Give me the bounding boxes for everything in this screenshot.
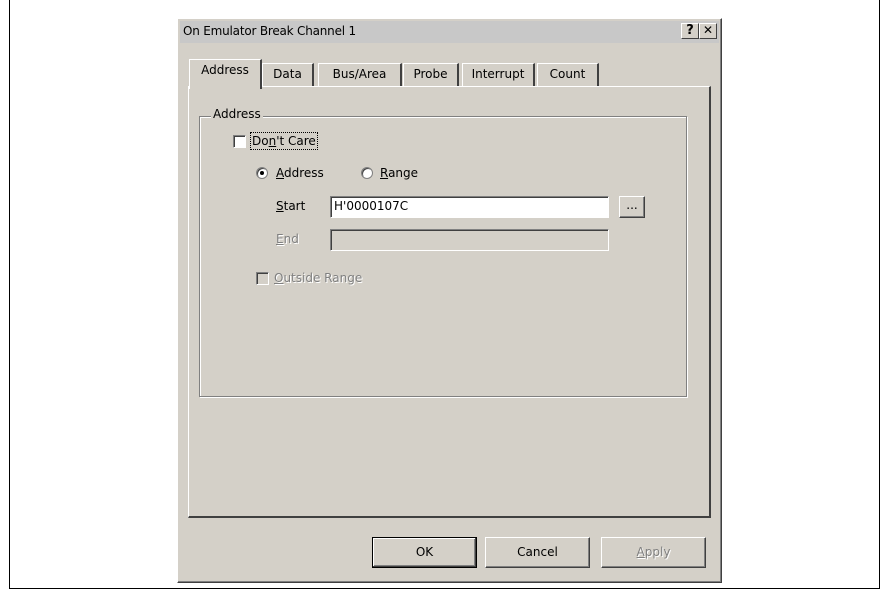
start-address-value: H'0000107C	[334, 199, 409, 213]
cancel-button[interactable]: Cancel	[485, 537, 590, 568]
dont-care-checkbox[interactable]	[233, 135, 246, 148]
start-label: Start	[276, 199, 306, 213]
window-title: On Emulator Break Channel 1	[183, 24, 356, 38]
tab-count[interactable]: Count	[537, 63, 599, 87]
tab-address[interactable]: Address	[189, 59, 262, 89]
end-address-input[interactable]	[330, 229, 609, 251]
tab-interrupt[interactable]: Interrupt	[462, 63, 535, 87]
cancel-label: Cancel	[517, 545, 558, 559]
help-icon: ?	[686, 23, 694, 38]
tab-data[interactable]: Data	[262, 63, 314, 87]
address-groupbox	[199, 116, 687, 397]
ok-label: OK	[415, 545, 434, 559]
outside-range-checkbox[interactable]	[256, 272, 269, 285]
title-bar: On Emulator Break Channel 1 ? ✕	[180, 21, 719, 43]
close-icon: ✕	[702, 23, 714, 37]
close-button[interactable]: ✕	[699, 23, 717, 39]
browse-label: ...	[626, 198, 638, 212]
tab-label: Probe	[413, 67, 448, 81]
outside-range-label: Outside Range	[274, 271, 363, 285]
help-button[interactable]: ?	[681, 23, 699, 39]
address-radio[interactable]	[256, 167, 268, 179]
tab-label: Bus/Area	[332, 67, 387, 81]
apply-label: pply	[644, 545, 671, 559]
browse-button[interactable]: ...	[619, 196, 645, 218]
address-radio-label[interactable]: Address	[276, 166, 324, 180]
apply-label-accel: A	[636, 545, 645, 559]
break-channel-dialog: On Emulator Break Channel 1 ? ✕ Address …	[177, 18, 722, 583]
start-address-input[interactable]: H'0000107C	[330, 196, 609, 218]
tab-label: Interrupt	[471, 67, 525, 81]
tab-bus-area[interactable]: Bus/Area	[318, 63, 402, 87]
tab-probe[interactable]: Probe	[403, 63, 459, 87]
ok-button[interactable]: OK	[372, 537, 477, 568]
dont-care-label[interactable]: Don't Care	[250, 132, 318, 150]
radio-selected-dot	[260, 171, 264, 175]
range-radio-label[interactable]: Range	[380, 166, 418, 180]
tab-label: Count	[549, 67, 586, 81]
range-radio[interactable]	[361, 167, 373, 179]
tab-label: Data	[273, 67, 302, 81]
address-group-legend: Address	[211, 107, 263, 121]
tab-label: Address	[201, 63, 249, 77]
end-label: End	[276, 232, 299, 246]
apply-button[interactable]: Apply	[601, 537, 706, 568]
